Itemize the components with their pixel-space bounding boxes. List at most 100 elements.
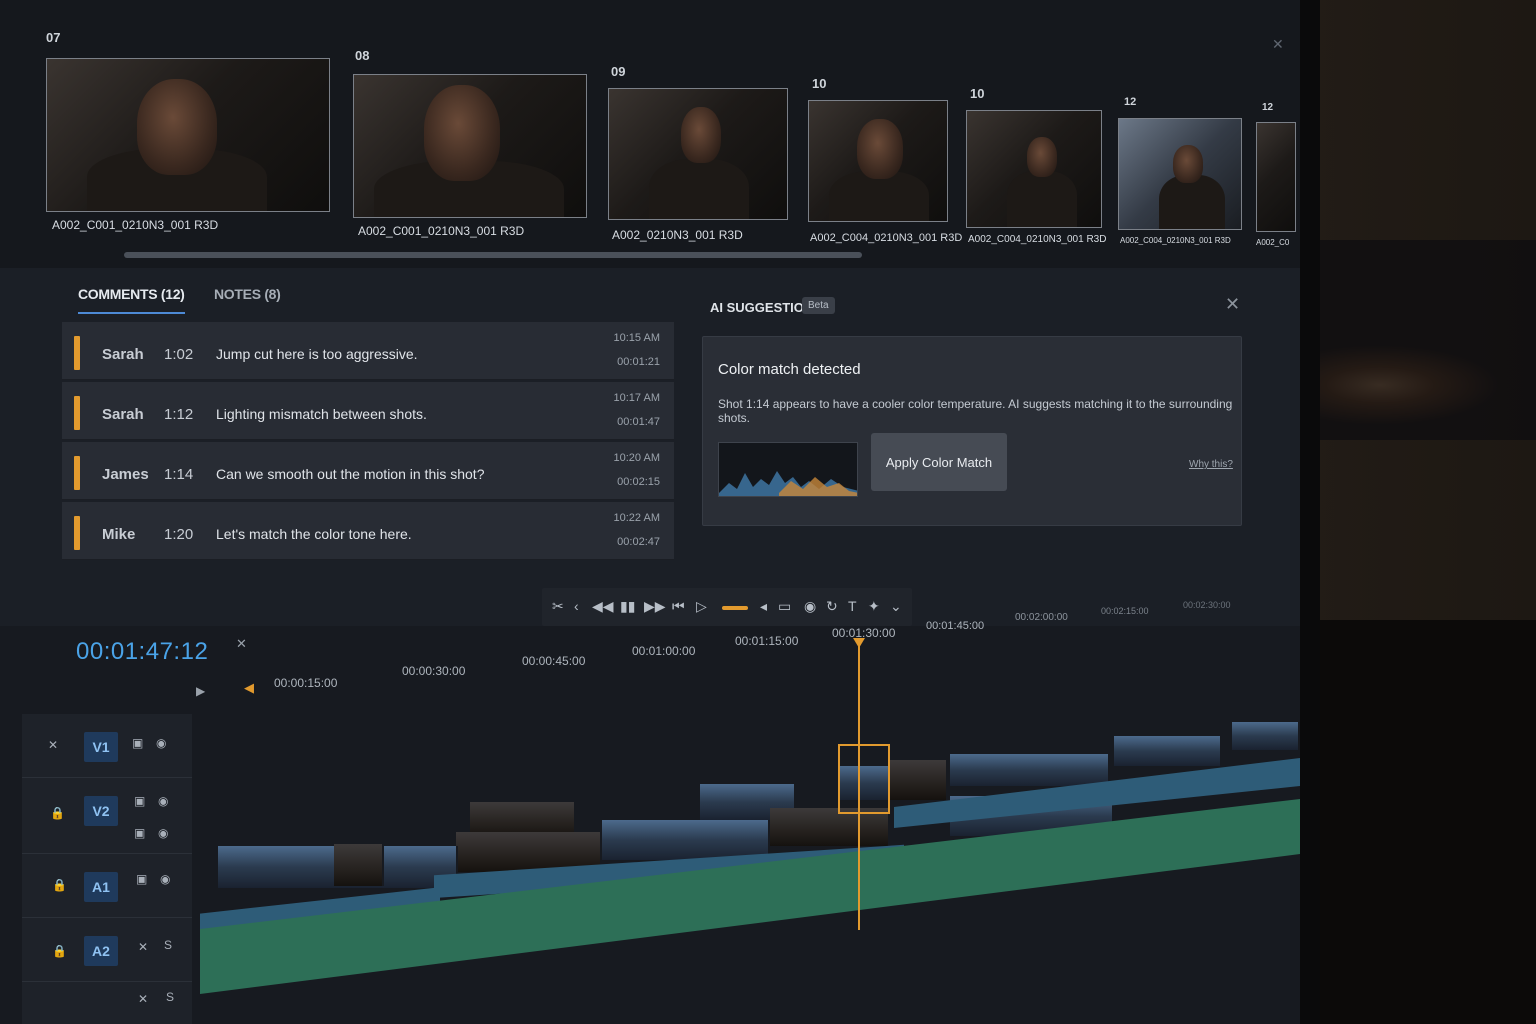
ai-suggestion-panel: AI SUGGESTION Beta ✕ Color match detecte… (690, 286, 1250, 536)
comment-text: Jump cut here is too aggressive. (216, 346, 418, 362)
monitor-icon[interactable]: ▣ (136, 872, 147, 886)
suggestion-text: Shot 1:14 appears to have a cooler color… (718, 397, 1233, 425)
comment-text: Can we smooth out the motion in this sho… (216, 466, 485, 482)
waveform-scope-preview (718, 442, 858, 497)
comment-author: Mike (102, 526, 136, 543)
marker-icon[interactable]: ◀ (244, 680, 254, 696)
eye-icon[interactable]: ◉ (156, 736, 166, 750)
comment-time: 10:22 AM (613, 512, 660, 524)
ruler-label: 00:02:00:00 (1015, 612, 1068, 623)
solo-icon[interactable]: S (164, 938, 172, 952)
chevron-down-icon[interactable]: ⌄ (890, 598, 902, 615)
fast-forward-icon[interactable]: ▶▶ (644, 598, 666, 615)
cut-icon[interactable]: ✂ (552, 598, 564, 615)
thumbnail-number: 10 (970, 86, 985, 101)
comment-position: 00:02:47 (617, 536, 660, 548)
text-icon[interactable]: T (848, 598, 857, 614)
trim-icon[interactable]: ▭ (778, 598, 791, 615)
beta-badge: Beta (802, 297, 835, 314)
comment-author: Sarah (102, 406, 144, 423)
timeline-ruler[interactable]: 00:00:15:00 00:00:30:00 00:00:45:00 00:0… (200, 600, 1300, 694)
comment-timecode[interactable]: 1:20 (164, 526, 193, 543)
track-label[interactable]: A2 (84, 936, 118, 966)
ruler-label: 00:02:30:00 (1183, 600, 1231, 610)
skip-forward-icon[interactable]: ▷ (696, 598, 707, 615)
playhead[interactable] (853, 638, 865, 930)
comment-timecode[interactable]: 1:12 (164, 406, 193, 423)
stop-icon[interactable]: ▮▮ (620, 598, 635, 615)
tab-comments[interactable]: COMMENTS (12) (78, 286, 185, 314)
thumbnail-image (808, 100, 948, 222)
comment-row[interactable]: Sarah 1:02 Jump cut here is too aggressi… (62, 322, 674, 380)
comment-position: 00:01:21 (617, 356, 660, 368)
skip-back-icon[interactable]: ⏮ (672, 598, 685, 615)
tab-notes[interactable]: NOTES (8) (214, 286, 281, 302)
comment-time: 10:15 AM (613, 332, 660, 344)
ruler-label: 00:00:45:00 (522, 654, 586, 668)
thumbnail-number: 09 (611, 64, 626, 79)
lock-icon[interactable]: 🔒 (50, 806, 65, 820)
close-icon[interactable]: ✕ (1272, 36, 1284, 53)
comment-position: 00:01:47 (617, 416, 660, 428)
comment-marker (74, 396, 80, 430)
comment-author: Sarah (102, 346, 144, 363)
lock-icon[interactable]: 🔒 (52, 944, 67, 958)
thumbnail-number: 07 (46, 30, 61, 45)
rewind-icon[interactable]: ◀◀ (592, 598, 614, 615)
comment-row[interactable]: Sarah 1:12 Lighting mismatch between sho… (62, 382, 674, 440)
apply-color-match-button[interactable]: Apply Color Match (871, 433, 1007, 491)
clip-name: A002_C0 (1256, 238, 1290, 247)
lock-icon[interactable]: 🔒 (52, 878, 67, 892)
video-clip[interactable] (334, 844, 384, 886)
jog-slider[interactable] (722, 606, 748, 610)
effects-icon[interactable]: ✦ (868, 598, 880, 615)
why-this-link[interactable]: Why this? (1189, 459, 1233, 470)
record-icon[interactable]: ◉ (804, 598, 816, 615)
play-icon[interactable]: ▶ (196, 684, 205, 698)
monitor-icon[interactable]: ▣ (134, 794, 145, 808)
eye-icon[interactable]: ◉ (160, 872, 170, 886)
ruler-label: 00:01:00:00 (632, 644, 696, 658)
clip-name: A002_0210N3_001 R3D (612, 228, 743, 242)
comment-row[interactable]: Mike 1:20 Let's match the color tone her… (62, 502, 674, 560)
monitor-bezel: ✕ 07 A002_C001_0210N3_001 R3D 08 A002_C0… (0, 0, 1320, 1024)
ruler-label: 00:00:30:00 (402, 664, 466, 678)
comment-time: 10:17 AM (613, 392, 660, 404)
video-clip[interactable] (1114, 736, 1222, 766)
clip-name: A002_C004_0210N3_001 R3D (1120, 236, 1231, 245)
ruler-label: 00:00:15:00 (274, 676, 338, 690)
comment-timecode[interactable]: 1:02 (164, 346, 193, 363)
close-icon[interactable]: ✕ (1225, 294, 1240, 315)
solo-icon[interactable]: S (166, 990, 174, 1004)
video-clip[interactable] (602, 820, 770, 860)
video-clip[interactable] (950, 754, 1110, 786)
timeline-lanes[interactable] (194, 704, 1300, 1024)
track-label[interactable]: V2 (84, 796, 118, 826)
track-label[interactable]: A1 (84, 872, 118, 902)
target-icon[interactable]: ✕ (48, 738, 58, 752)
video-clip[interactable] (890, 760, 948, 800)
strip-scrollbar[interactable] (124, 252, 862, 258)
comment-author: James (102, 466, 149, 483)
comment-text: Lighting mismatch between shots. (216, 406, 427, 422)
thumbnail-number: 12 (1124, 96, 1137, 108)
comment-marker (74, 456, 80, 490)
volume-icon[interactable]: ◂ (760, 598, 767, 615)
comment-row[interactable]: James 1:14 Can we smooth out the motion … (62, 442, 674, 500)
comment-timecode[interactable]: 1:14 (164, 466, 193, 483)
mute-icon[interactable]: ✕ (138, 940, 148, 954)
ruler-label: 00:01:45:00 (926, 620, 985, 632)
retime-icon[interactable]: ↻ (826, 598, 838, 615)
thumbnail-image (353, 74, 587, 218)
step-back-icon[interactable]: ‹ (574, 598, 579, 614)
video-clip[interactable] (1232, 722, 1300, 750)
mute-icon[interactable]: ✕ (138, 992, 148, 1006)
comments-tabs: COMMENTS (12) NOTES (8) (62, 278, 362, 320)
monitor-icon[interactable]: ▣ (134, 826, 145, 840)
eye-icon[interactable]: ◉ (158, 826, 168, 840)
eye-icon[interactable]: ◉ (158, 794, 168, 808)
track-label[interactable]: V1 (84, 732, 118, 762)
track-header-v2: 🔒 V2 ▣ ◉ ▣ ◉ (22, 778, 192, 854)
monitor-icon[interactable]: ▣ (132, 736, 143, 750)
selected-clip[interactable] (838, 744, 890, 814)
